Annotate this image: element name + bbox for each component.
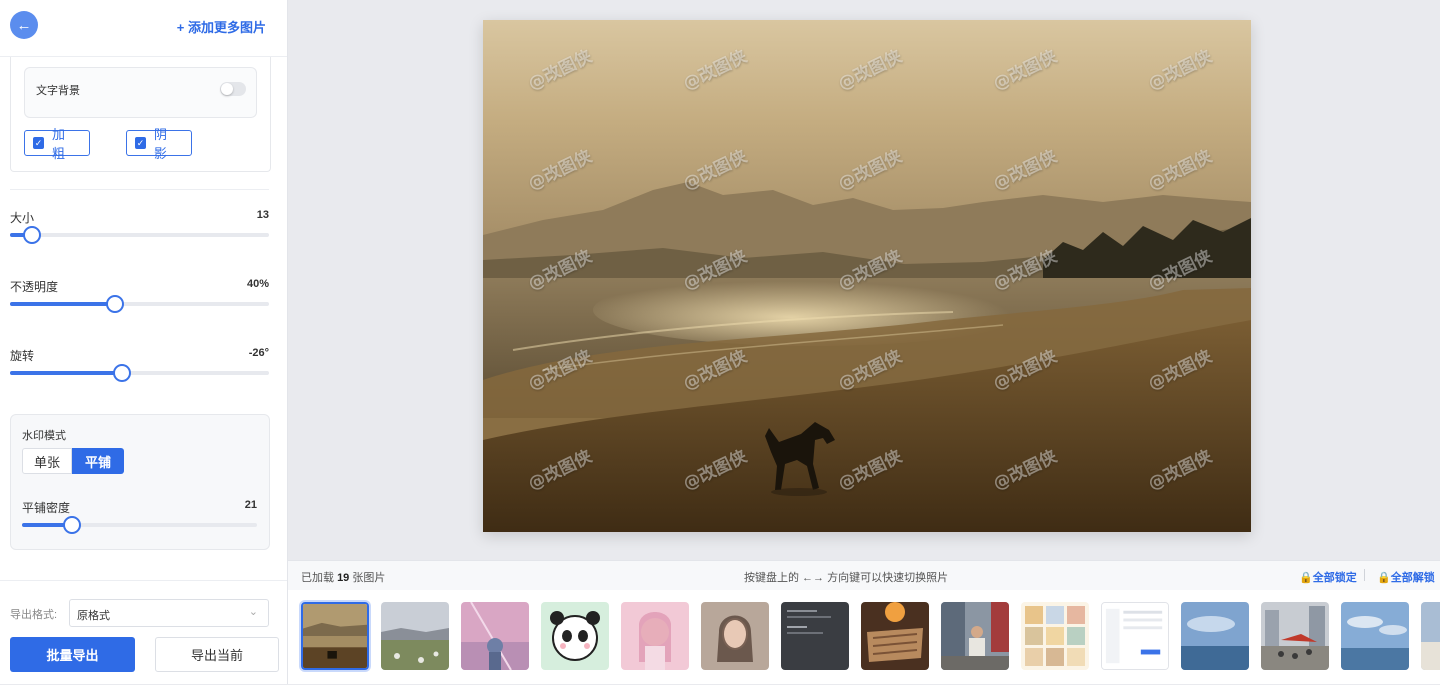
thumbnail-sea-sky[interactable] [1181,602,1249,670]
thumbnail-collage[interactable] [1021,602,1089,670]
unlock-all-button[interactable]: 🔒全部解锁 [1377,569,1435,585]
bold-checkbox[interactable]: ✓ 加粗 [24,127,90,161]
export-footer: 导出格式: 原格式 ⌄ 批量导出 导出当前 [0,580,287,685]
thumbnail-form-screenshot[interactable] [1101,602,1169,670]
export-format-label: 导出格式: [10,609,58,621]
text-background-label: 文字背景 [36,85,80,97]
lock-icon: 🔒 [1377,572,1391,584]
rotation-slider[interactable] [10,364,269,382]
lock-all-button[interactable]: 🔒全部锁定 [1299,569,1357,585]
rotation-slider-fill [10,371,122,375]
opacity-slider-fill [10,302,114,306]
mode-tile-button[interactable]: 平铺 [72,448,124,474]
thumbnail-pink-anime[interactable] [461,602,529,670]
thumbnail-ocean[interactable] [1341,602,1409,670]
export-format-select[interactable]: 原格式 ⌄ [69,599,269,627]
divider [1364,569,1365,581]
thumbnail-toolbar: 已加载 19 张图片 按键盘上的 ←→ 方向键可以快速切换照片 🔒全部锁定 🔒全… [288,560,1440,591]
size-value: 13 [256,209,269,221]
text-background-toggle[interactable] [220,82,246,96]
batch-export-button[interactable]: 批量导出 [10,637,135,672]
watermark-mode-toggle: 单张 平铺 [22,448,124,474]
loaded-count: 19 [337,572,350,584]
rotation-value: -26° [248,347,269,359]
tile-density-slider[interactable] [22,516,257,534]
opacity-value: 40% [246,278,269,290]
preview-image: @改图侠 @改图侠 @改图侠 @改图侠 @改图侠 @改图侠 @改图侠 @改图侠 @改图侠 @改图侠… [483,20,1251,532]
tile-density-value: 21 [244,499,257,511]
shadow-label: 阴影 [154,127,168,161]
opacity-slider[interactable] [10,295,269,313]
tile-density-label: 平铺密度 [22,501,71,515]
thumbnail-beach-dog[interactable] [301,602,369,670]
checkmark-icon: ✓ [33,137,45,149]
watermark-mode-card: 水印模式 单张 平铺 平铺密度 21 [10,414,270,550]
text-background-row: 文字背景 [24,67,257,118]
opacity-slider-handle[interactable] [105,295,124,313]
beach-photo [483,20,1251,532]
thumbnail-partial[interactable] [1421,602,1440,670]
loaded-count-text: 已加载 19 张图片 [301,569,385,585]
thumbnail-grassland-sheep[interactable] [381,602,449,670]
keyboard-hint: 按键盘上的 ←→ 方向键可以快速切换照片 [744,572,949,584]
loaded-prefix: 已加载 [301,572,338,584]
thumbnail-street-crowd[interactable] [1261,602,1329,670]
mode-single-button[interactable]: 单张 [22,448,72,474]
chevron-down-icon: ⌄ [248,606,258,618]
size-slider-handle[interactable] [22,226,41,244]
watermark-mode-title: 水印模式 [22,430,66,442]
checkmark-icon: ✓ [135,137,147,149]
loaded-suffix: 张图片 [349,572,386,584]
sidebar-header: ← + 添加更多图片 [0,0,287,57]
thumbnail-code-screen[interactable] [781,602,849,670]
rotation-slider-handle[interactable] [113,364,132,382]
shadow-checkbox[interactable]: ✓ 阴影 [126,127,192,161]
export-format-value: 原格式 [77,610,110,622]
add-more-images-link[interactable]: + 添加更多图片 [177,17,266,36]
thumbnail-portrait[interactable] [701,602,769,670]
arrow-left-icon: ← [16,16,32,34]
lock-icon: 🔒 [1299,572,1313,584]
settings-sidebar: ← + 添加更多图片 文字背景 ✓ 加粗 ✓ 阴影 大小 13 不透明度 40%… [0,0,288,684]
thumbnail-strip [288,590,1440,684]
export-current-button[interactable]: 导出当前 [155,637,279,672]
size-slider[interactable] [10,226,269,244]
unlock-all-label: 全部解锁 [1390,572,1435,584]
thumbnail-street-man[interactable] [941,602,1009,670]
bold-label: 加粗 [52,127,66,161]
tile-density-slider-handle[interactable] [63,516,82,534]
lock-all-label: 全部锁定 [1312,572,1357,584]
divider [10,189,269,190]
size-label: 大小 [10,211,35,225]
thumbnail-panda[interactable] [541,602,609,670]
rotation-label: 旋转 [10,349,35,363]
thumbnail-anime-girl[interactable] [621,602,689,670]
thumbnail-grill-food[interactable] [861,602,929,670]
opacity-label: 不透明度 [10,280,59,294]
back-button[interactable]: ← [10,11,38,39]
